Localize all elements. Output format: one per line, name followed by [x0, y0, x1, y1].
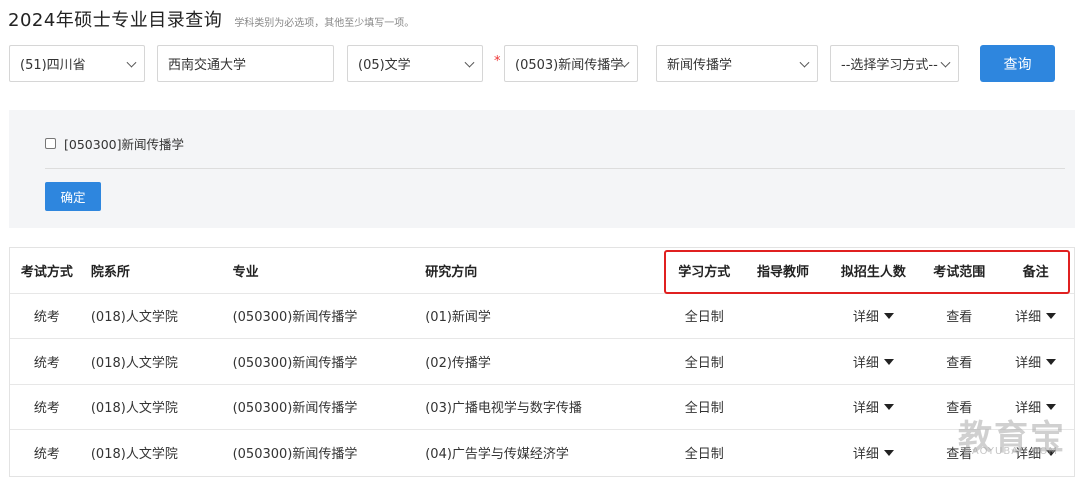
cell-exam-type: 统考 [33, 447, 60, 463]
cell-study-mode: 全日制 [684, 310, 724, 326]
chevron-down-icon [464, 57, 475, 68]
cell-exam-type: 统考 [33, 310, 60, 326]
caret-down-icon [883, 450, 894, 457]
caret-down-icon [883, 404, 894, 411]
cell-research-direction: (03)广播电视学与数字传播 [425, 401, 582, 417]
enrollment-detail-toggle[interactable]: 详细 [825, 397, 921, 416]
discipline-value: (0503)新闻传播学 [515, 58, 624, 73]
required-mark: * [494, 54, 501, 69]
cell-exam-type: 统考 [33, 401, 60, 417]
chevron-down-icon [799, 57, 810, 68]
filter-bar: (51)四川省 西南交通大学 (05)文学 * (0503)新闻传播学 新闻传播… [0, 45, 1080, 82]
cell-department: (018)人文学院 [90, 355, 178, 371]
caret-down-icon [1046, 313, 1057, 320]
cell-study-mode: 全日制 [684, 355, 724, 371]
notes-detail-label: 详细 [1015, 355, 1042, 371]
enrollment-detail-label: 详细 [852, 447, 879, 463]
notes-detail-toggle[interactable]: 详细 [997, 352, 1074, 371]
exam-scope-view-link[interactable]: 查看 [921, 306, 997, 325]
school-input[interactable]: 西南交通大学 [157, 45, 334, 82]
enrollment-detail-toggle[interactable]: 详细 [825, 352, 921, 371]
cell-study-mode: 全日制 [684, 447, 724, 463]
study-mode-select[interactable]: --选择学习方式-- [830, 45, 959, 82]
header-major: 专业 [232, 264, 259, 280]
header-research-direction: 研究方向 [425, 264, 478, 280]
caret-down-icon [1046, 358, 1057, 365]
panel-divider [45, 168, 1065, 169]
table-row: 统考 (018)人文学院 (050300)新闻传播学 (02)传播学 全日制 详… [10, 339, 1074, 385]
category-select[interactable]: (05)文学 [347, 45, 483, 82]
cell-research-direction: (01)新闻学 [425, 310, 491, 326]
cell-major: (050300)新闻传播学 [232, 355, 358, 371]
table-row: 统考 (018)人文学院 (050300)新闻传播学 (03)广播电视学与数字传… [10, 385, 1074, 430]
exam-scope-view-link[interactable]: 查看 [921, 352, 997, 371]
chevron-down-icon [126, 57, 137, 68]
cell-major: (050300)新闻传播学 [232, 310, 358, 326]
study-mode-value: --选择学习方式-- [841, 58, 938, 73]
cell-study-mode: 全日制 [684, 401, 724, 417]
enrollment-detail-toggle[interactable]: 详细 [825, 306, 921, 325]
enrollment-detail-toggle[interactable]: 详细 [825, 443, 921, 462]
notes-detail-label: 详细 [1015, 310, 1042, 326]
page-title: 2024年硕士专业目录查询 [8, 10, 223, 31]
enrollment-detail-label: 详细 [852, 401, 879, 417]
category-value: (05)文学 [358, 58, 411, 73]
enrollment-detail-label: 详细 [852, 310, 879, 326]
cell-department: (018)人文学院 [90, 447, 178, 463]
query-button[interactable]: 查询 [980, 45, 1055, 82]
cell-department: (018)人文学院 [90, 310, 178, 326]
caret-down-icon [883, 313, 894, 320]
cell-major: (050300)新闻传播学 [232, 401, 358, 417]
province-select[interactable]: (51)四川省 [9, 45, 145, 82]
province-value: (51)四川省 [20, 58, 86, 73]
cell-department: (018)人文学院 [90, 401, 178, 417]
watermark-url: JIAOYUBAO.COM [964, 446, 1058, 457]
cell-major: (050300)新闻传播学 [232, 447, 358, 463]
table-row: 统考 (018)人文学院 (050300)新闻传播学 (04)广告学与传媒经济学… [10, 430, 1074, 476]
major-checkbox[interactable] [45, 138, 56, 149]
major-checkbox-label: [050300]新闻传播学 [64, 137, 184, 152]
confirm-button[interactable]: 确定 [45, 182, 101, 211]
header-exam-type: 考试方式 [20, 264, 73, 280]
major-select[interactable]: 新闻传播学 [656, 45, 818, 82]
header-department: 院系所 [90, 264, 130, 280]
enrollment-detail-label: 详细 [852, 355, 879, 371]
notes-detail-toggle[interactable]: 详细 [997, 306, 1074, 325]
cell-exam-type: 统考 [33, 355, 60, 371]
chevron-down-icon [940, 57, 951, 68]
major-value: 新闻传播学 [667, 58, 733, 73]
title-row: 2024年硕士专业目录查询 学科类别为必选项，其他至少填写一项。 [8, 6, 414, 32]
major-select-panel: [050300]新闻传播学 确定 [9, 110, 1075, 228]
discipline-select[interactable]: (0503)新闻传播学 [504, 45, 638, 82]
cell-research-direction: (04)广告学与传媒经济学 [425, 447, 569, 463]
caret-down-icon [883, 358, 894, 365]
cell-research-direction: (02)传播学 [425, 355, 491, 371]
school-value: 西南交通大学 [168, 58, 247, 73]
highlight-box [664, 250, 1070, 294]
major-checkbox-row[interactable]: [050300]新闻传播学 [45, 134, 184, 153]
table-row: 统考 (018)人文学院 (050300)新闻传播学 (01)新闻学 全日制 详… [10, 294, 1074, 339]
page-hint: 学科类别为必选项，其他至少填写一项。 [234, 18, 415, 29]
